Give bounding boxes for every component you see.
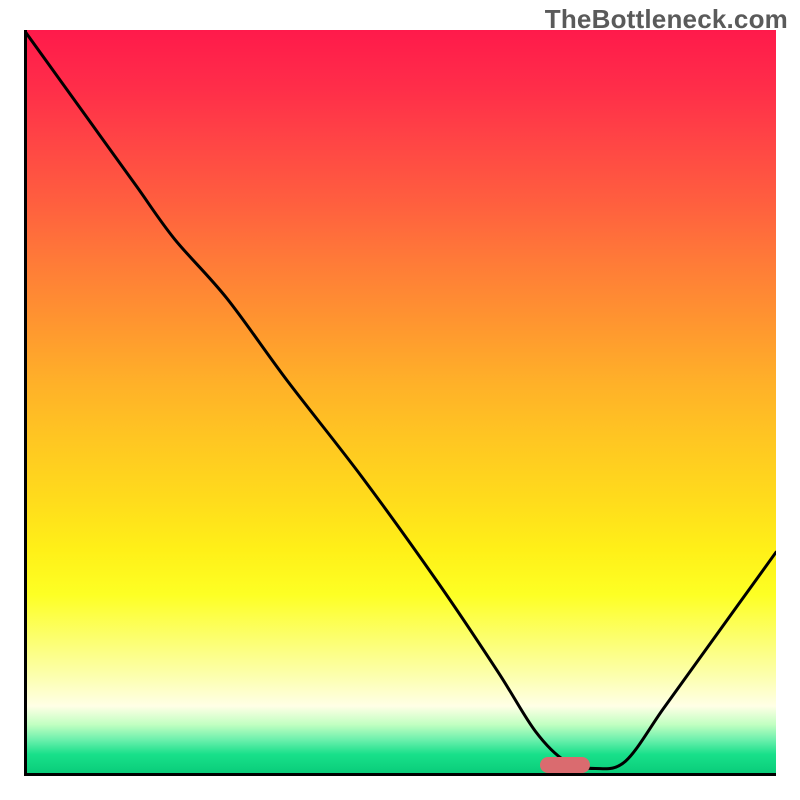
plot-gradient-area xyxy=(24,30,776,776)
optimal-marker xyxy=(540,757,590,773)
chart-container: TheBottleneck.com xyxy=(0,0,800,800)
